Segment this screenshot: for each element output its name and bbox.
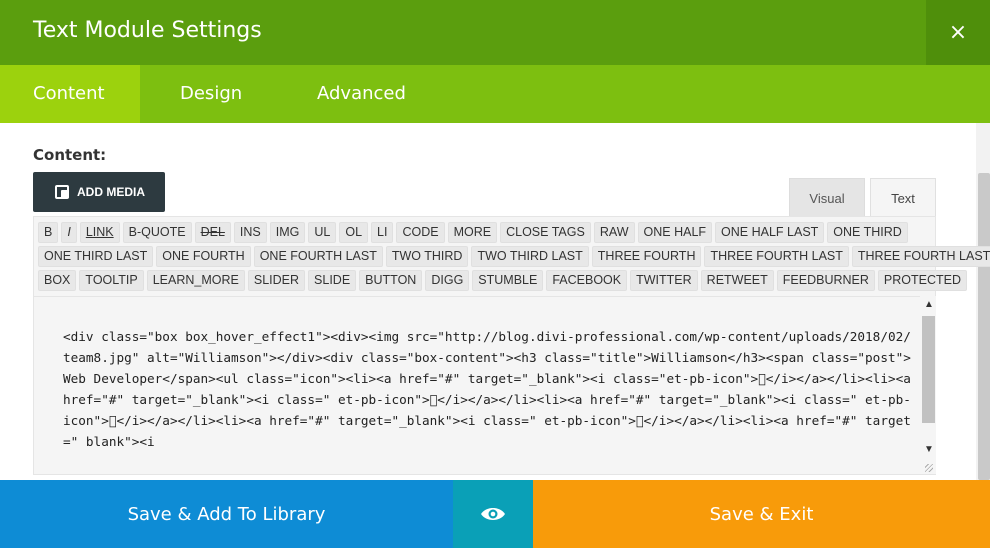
scroll-down-icon[interactable]: ▼ [924, 444, 934, 455]
tab-design[interactable]: Design [180, 65, 242, 123]
quicktag-button-two-third-last[interactable]: TWO THIRD LAST [471, 246, 589, 267]
code-scrollbar[interactable]: ▲ ▼ [920, 296, 936, 474]
quicktag-button-b[interactable]: B [38, 222, 59, 243]
settings-tabs: Content Design Advanced [0, 65, 990, 123]
quicktag-button-three-fourth-last[interactable]: THREE FOURTH LAST [704, 246, 849, 267]
text-editor: B I LINK B-QUOTE DEL INS IMG UL OL LI CODE MORE CLOS… [33, 216, 990, 475]
tab-content[interactable]: Content [0, 65, 140, 123]
modal-title: Text Module Settings [33, 18, 262, 43]
quicktag-button-one-fourth-last[interactable]: ONE FOURTH LAST [253, 246, 383, 267]
quicktags-row-3: BOX TOOLTIP LEARN_MORE SLIDER SLIDE BUTTON DIG… [38, 270, 967, 291]
quicktag-button-twitter[interactable]: TWITTER [630, 270, 698, 291]
tab-advanced[interactable]: Advanced [317, 65, 406, 123]
quicktag-button-facebook[interactable]: FACEBOOK [546, 270, 628, 291]
quicktag-button-protected[interactable]: PROTECTED [877, 270, 967, 291]
resize-handle-icon[interactable] [925, 464, 933, 472]
quicktag-button-del[interactable]: DEL [194, 222, 231, 243]
quicktag-button-i[interactable]: I [61, 222, 77, 243]
quicktag-button-link[interactable]: LINK [79, 222, 120, 243]
modal-scrollbar-thumb[interactable] [978, 173, 990, 480]
quicktag-button-one-half-last[interactable]: ONE HALF LAST [715, 222, 825, 243]
preview-button[interactable] [453, 480, 533, 548]
quicktag-button-button[interactable]: BUTTON [359, 270, 423, 291]
quicktag-button-stumble[interactable]: STUMBLE [472, 270, 544, 291]
quicktag-button-close-tags[interactable]: CLOSE TAGS [500, 222, 591, 243]
quicktag-button-tooltip[interactable]: TOOLTIP [79, 270, 144, 291]
quicktag-button-ins[interactable]: INS [233, 222, 267, 243]
scroll-up-icon[interactable]: ▲ [924, 299, 934, 310]
quicktag-button-img[interactable]: IMG [269, 222, 306, 243]
quicktag-button-three-fourth-last[interactable]: THREE FOURTH LAST [851, 246, 990, 267]
quicktag-button-code[interactable]: CODE [396, 222, 445, 243]
close-icon: × [948, 20, 968, 45]
add-media-button[interactable]: ADD MEDIA [33, 172, 165, 212]
quicktag-button-one-half[interactable]: ONE HALF [637, 222, 713, 243]
save-add-to-library-button[interactable]: Save & Add To Library [0, 480, 453, 548]
quicktags-row-1: B I LINK B-QUOTE DEL INS IMG UL OL LI CODE MORE CLOS… [38, 222, 918, 243]
add-media-label: ADD MEDIA [77, 185, 145, 199]
quicktag-button-two-third[interactable]: TWO THIRD [385, 246, 469, 267]
modal-footer: Save & Add To Library Save & Exit [0, 480, 990, 548]
quicktag-button-feedburner[interactable]: FEEDBURNER [776, 270, 875, 291]
quicktags-row-2: ONE THIRD LAST ONE FOURTH ONE FOURTH LAST T… [38, 246, 990, 267]
visual-mode-tab[interactable]: Visual [789, 178, 865, 217]
quicktag-button-ol[interactable]: OL [339, 222, 369, 243]
quicktag-button-more[interactable]: MORE [447, 222, 498, 243]
quicktag-button-b-quote[interactable]: B-QUOTE [122, 222, 192, 243]
quicktag-button-one-third[interactable]: ONE THIRD [827, 222, 908, 243]
code-content[interactable]: <div class="box box_hover_effect1"><div>… [63, 326, 913, 446]
close-button[interactable]: × [926, 0, 990, 65]
quicktag-button-retweet[interactable]: RETWEET [700, 270, 774, 291]
quicktag-button-digg[interactable]: DIGG [425, 270, 470, 291]
quicktag-button-li[interactable]: LI [371, 222, 394, 243]
quicktags-toolbar: B I LINK B-QUOTE DEL INS IMG UL OL LI CODE MORE CLOS… [38, 222, 990, 294]
text-mode-tab[interactable]: Text [870, 178, 936, 217]
modal-header: Text Module Settings × [0, 0, 990, 65]
quicktag-button-one-fourth[interactable]: ONE FOURTH [156, 246, 251, 267]
quicktag-button-slider[interactable]: SLIDER [247, 270, 306, 291]
quicktag-button-ul[interactable]: UL [308, 222, 337, 243]
content-label: Content: [33, 146, 107, 164]
quicktag-button-one-third-last[interactable]: ONE THIRD LAST [38, 246, 154, 267]
quicktag-button-slide[interactable]: SLIDE [308, 270, 357, 291]
code-textarea[interactable]: <div class="box box_hover_effect1"><div>… [34, 296, 920, 474]
quicktag-button-box[interactable]: BOX [38, 270, 77, 291]
quicktag-button-learn-more[interactable]: LEARN_MORE [146, 270, 245, 291]
code-scrollbar-thumb[interactable] [922, 316, 935, 423]
eye-icon [481, 508, 505, 520]
quicktag-button-raw[interactable]: RAW [593, 222, 635, 243]
quicktag-button-three-fourth[interactable]: THREE FOURTH [591, 246, 702, 267]
media-icon [55, 185, 71, 199]
save-exit-button[interactable]: Save & Exit [533, 480, 990, 548]
